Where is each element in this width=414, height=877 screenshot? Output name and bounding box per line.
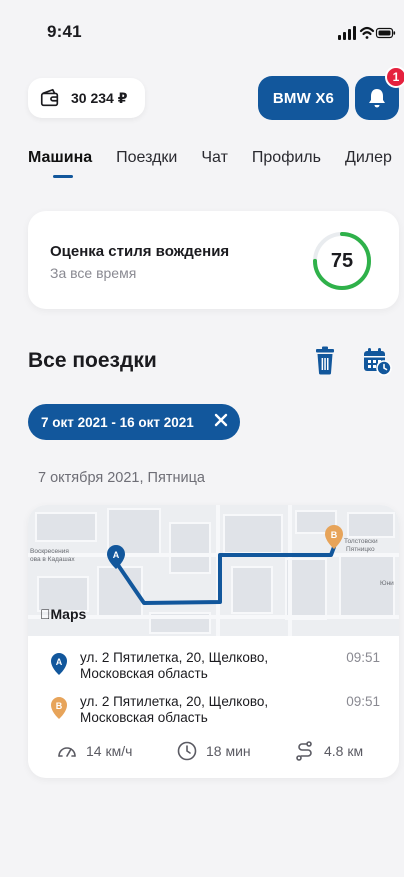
clock-icon (177, 741, 197, 761)
calendar-filter-icon[interactable] (362, 346, 392, 376)
delete-trips-icon[interactable] (313, 346, 337, 376)
bell-icon (369, 89, 385, 108)
trips-title: Все поездки (28, 349, 157, 372)
start-address: ул. 2 Пятилетка, 20, Щелково, Московская… (80, 650, 269, 681)
screen-edge (404, 0, 414, 877)
svg-text:B: B (56, 701, 63, 711)
status-icons (338, 26, 396, 40)
app-screen: 9:41 30 234 ₽ BMW X6 1 Машина Поездки Ча… (0, 0, 404, 877)
speed-metric: 14 км/ч (56, 740, 132, 762)
status-time: 9:41 (47, 22, 82, 41)
active-tab-indicator (53, 175, 73, 178)
map-label: ова в Кадашах (30, 556, 75, 563)
close-icon[interactable] (214, 413, 228, 427)
day-label: 7 октября 2021, Пятница (38, 470, 205, 486)
map-label: Юни (380, 580, 394, 587)
balance-amount: 30 234 ₽ (71, 89, 128, 106)
svg-text:A: A (56, 657, 63, 667)
score-subtitle: За все время (50, 265, 137, 281)
score-title: Оценка стиля вождения (50, 243, 230, 260)
distance-metric: 4.8 км (294, 740, 363, 762)
speed-value: 14 км/ч (86, 743, 133, 759)
tab-trips[interactable]: Поездки (116, 149, 177, 167)
driving-score-card[interactable]: Оценка стиля вождения За все время 75 (28, 211, 399, 309)
wallet-icon (40, 88, 59, 107)
duration-value: 18 мин (206, 743, 251, 759)
start-marker-icon: A (51, 653, 67, 675)
battery-icon (375, 27, 396, 39)
trip-metrics: 14 км/ч 18 мин 4.8 км (56, 740, 376, 764)
apple-icon:  (40, 606, 51, 622)
tab-dealer[interactable]: Дилер (345, 149, 392, 167)
maps-label: Maps (40, 606, 87, 622)
date-range-chip[interactable]: 7 окт 2021 - 16 окт 2021 (28, 404, 240, 440)
tab-profile[interactable]: Профиль (252, 149, 321, 167)
date-range-label: 7 окт 2021 - 16 окт 2021 (41, 414, 194, 430)
tab-car[interactable]: Машина (28, 149, 92, 167)
notification-badge: 1 (385, 66, 404, 88)
end-marker-icon: B (51, 697, 67, 719)
route-icon (296, 741, 312, 761)
start-time: 09:51 (346, 650, 380, 665)
map-label: Толстовски (344, 538, 378, 545)
end-time: 09:51 (346, 694, 380, 709)
maps-logo: Maps (40, 606, 86, 622)
distance-value: 4.8 км (324, 743, 364, 759)
tab-chat[interactable]: Чат (201, 149, 228, 167)
speedometer-icon (58, 747, 76, 757)
car-select-button[interactable]: BMW X6 (258, 76, 349, 120)
trip-card[interactable]: A B Воскресения ова в Кадашах Толстовски… (28, 505, 399, 778)
svg-text:A: A (113, 550, 120, 560)
signal-icon (338, 26, 356, 40)
wifi-icon (359, 26, 375, 39)
score-value: 75 (330, 249, 354, 272)
end-address: ул. 2 Пятилетка, 20, Щелково, Московская… (80, 694, 269, 725)
svg-text:B: B (331, 530, 338, 540)
wallet-balance[interactable]: 30 234 ₽ (28, 78, 145, 118)
map-label: Воскресения (30, 548, 69, 555)
duration-metric: 18 мин (176, 740, 251, 762)
main-tabs: Машина Поездки Чат Профиль Дилер (28, 149, 404, 167)
map-label: Пятницко (346, 546, 375, 553)
